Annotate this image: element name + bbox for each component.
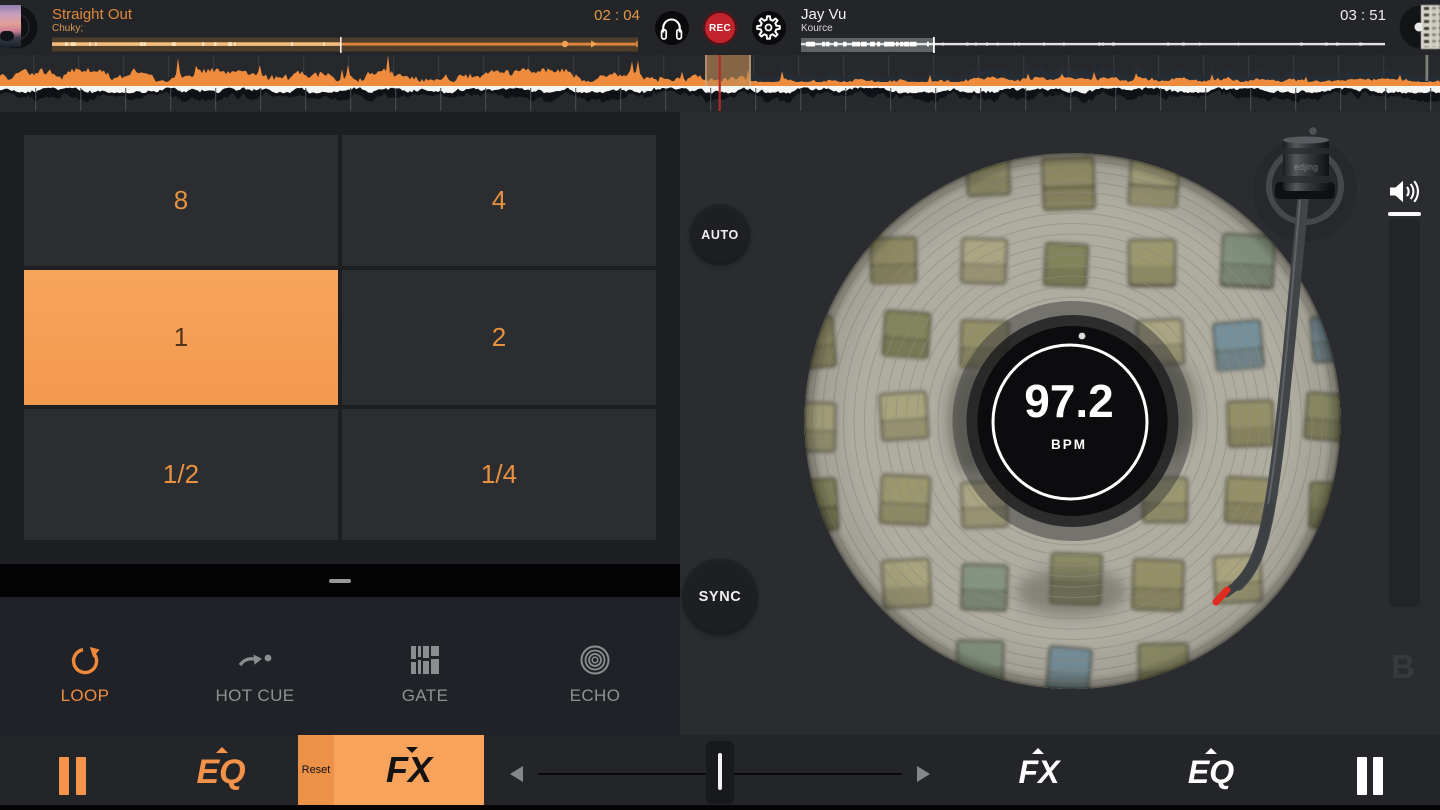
svg-text:edjing: edjing <box>1294 162 1318 172</box>
